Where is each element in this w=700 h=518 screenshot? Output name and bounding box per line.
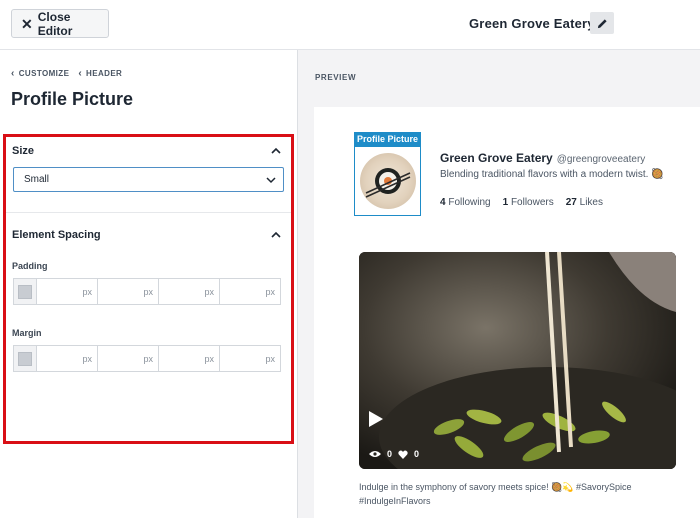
edamame-pan-image — [359, 252, 676, 469]
edit-feed-name-button[interactable] — [590, 12, 614, 34]
margin-left-input[interactable]: px — [220, 345, 281, 372]
element-spacing-heading[interactable]: Element Spacing — [12, 229, 101, 241]
margin-bottom-input[interactable]: px — [159, 345, 220, 372]
link-values-toggle[interactable] — [13, 278, 37, 305]
padding-bottom-input[interactable]: px — [159, 278, 220, 305]
post-likes-count: 0 — [414, 449, 420, 459]
play-icon[interactable] — [368, 410, 384, 428]
section-divider — [6, 212, 291, 213]
eye-icon — [369, 451, 381, 457]
chevron-up-icon[interactable] — [271, 146, 281, 156]
close-editor-button[interactable]: ✕ Close Editor — [11, 9, 109, 38]
preview-label: PREVIEW — [315, 73, 357, 82]
padding-right-input[interactable]: px — [98, 278, 159, 305]
chevron-up-icon[interactable] — [271, 230, 281, 240]
profile-picture-tag: Profile Picture — [354, 132, 421, 146]
account-handle: @greengroveeatery — [556, 154, 646, 165]
feed-name: Green Grove Eatery — [469, 16, 595, 31]
size-select[interactable]: Small — [13, 167, 284, 192]
post-caption: Indulge in the symphony of savory meets … — [359, 482, 632, 506]
profile-picture-settings-panel: Size Small Element Spacing Padding px px… — [3, 134, 294, 444]
padding-top-input[interactable]: px — [37, 278, 98, 305]
padding-label: Padding — [12, 261, 48, 271]
breadcrumb-customize[interactable]: CUSTOMIZE — [19, 69, 70, 78]
close-icon: ✕ — [21, 15, 33, 32]
margin-top-input[interactable]: px — [37, 345, 98, 372]
chevron-down-icon — [266, 177, 276, 184]
page-title: Profile Picture — [11, 89, 134, 109]
sushi-image — [365, 168, 410, 198]
post-views-count: 0 — [387, 449, 393, 459]
padding-row: px px px px — [13, 278, 285, 305]
editor-topbar: ✕ Close Editor Green Grove Eatery — [0, 0, 700, 50]
chevron-left-icon: ‹ — [11, 68, 15, 79]
size-section-heading[interactable]: Size — [12, 145, 34, 157]
post-stats-overlay: 0 0 — [369, 449, 419, 459]
avatar — [359, 153, 416, 209]
account-stats: 4 Following 1 Followers 27 Likes — [440, 197, 603, 208]
post-video-thumbnail[interactable]: 0 0 — [359, 252, 676, 469]
chevron-left-icon: ‹ — [78, 68, 83, 79]
margin-label: Margin — [12, 328, 42, 338]
pencil-icon — [597, 18, 607, 28]
feed-preview: Profile Picture Green Grove Eatery @green… — [314, 107, 700, 518]
size-select-value: Small — [24, 174, 50, 185]
close-editor-label: Close Editor — [37, 9, 73, 38]
margin-row: px px px px — [13, 345, 285, 372]
likes-stat: 27 Likes — [565, 197, 603, 208]
following-stat: 4 Following — [440, 197, 491, 208]
followers-stat: 1 Followers — [502, 197, 554, 208]
link-values-toggle[interactable] — [13, 345, 37, 372]
padding-left-input[interactable]: px — [220, 278, 281, 305]
heart-icon — [398, 449, 408, 459]
profile-picture-frame[interactable] — [354, 146, 421, 216]
account-bio: Blending traditional flavors with a mode… — [440, 169, 664, 180]
margin-right-input[interactable]: px — [98, 345, 159, 372]
breadcrumb: ‹ CUSTOMIZE ‹ HEADER — [11, 68, 131, 79]
customizer-sidebar: ‹ CUSTOMIZE ‹ HEADER Profile Picture Siz… — [0, 50, 298, 518]
account-name: Green Grove Eatery @greengroveeatery — [440, 151, 646, 165]
breadcrumb-header[interactable]: HEADER — [86, 69, 122, 78]
